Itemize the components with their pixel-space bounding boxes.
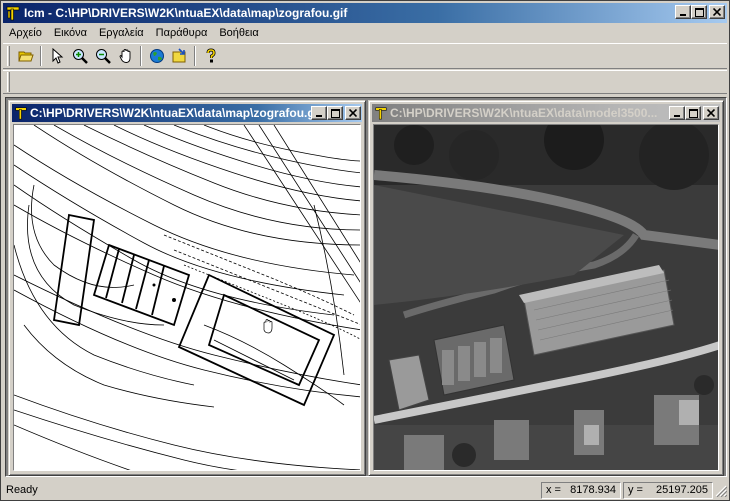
- close-icon: [349, 109, 357, 117]
- import-image-icon: [172, 48, 185, 63]
- size-grip-icon: [715, 485, 728, 498]
- globe-button[interactable]: [145, 45, 168, 67]
- map-window-title-bar[interactable]: C:\HP\DRIVERS\W2K\ntuaEX\data\map\zograf…: [12, 104, 362, 122]
- compass-caliper-icon: [14, 106, 28, 120]
- map-view-canvas[interactable]: [13, 124, 361, 471]
- menu-image[interactable]: Εικόνα: [48, 24, 93, 42]
- open-folder-icon: [17, 51, 34, 62]
- y-coordinate-pane: y = 25197.205: [623, 481, 713, 499]
- line-map-drawing: [14, 125, 360, 470]
- photo-window-title: C:\HP\DRIVERS\W2K\ntuaEX\data\model3500.…: [390, 106, 658, 120]
- minimize-button[interactable]: [675, 5, 691, 19]
- photo-minimize-button[interactable]: [669, 106, 685, 120]
- help-button[interactable]: [199, 45, 222, 67]
- close-button[interactable]: [709, 5, 725, 19]
- zoom-in-button[interactable]: [68, 45, 91, 67]
- map-child-window[interactable]: C:\HP\DRIVERS\W2K\ntuaEX\data\map\zograf…: [8, 100, 366, 476]
- zoom-out-icon: [95, 49, 111, 64]
- menu-bar: Αρχείο Εικόνα Εργαλεία Παράθυρα Βοήθεια: [3, 24, 265, 42]
- minimize-icon: [680, 14, 686, 16]
- map-minimize-button[interactable]: [311, 106, 327, 120]
- minimize-icon: [316, 115, 322, 117]
- window-title: Icm - C:\HP\DRIVERS\W2K\ntuaEX\data\map\…: [24, 6, 348, 20]
- zoom-in-icon: [72, 49, 88, 64]
- main-toolbar: [3, 43, 727, 69]
- photo-child-window[interactable]: C:\HP\DRIVERS\W2K\ntuaEX\data\model3500.…: [368, 100, 724, 476]
- help-question-icon: [206, 48, 216, 63]
- mdi-workspace: C:\HP\DRIVERS\W2K\ntuaEX\data\map\zograf…: [5, 97, 727, 477]
- compass-caliper-icon: [5, 5, 21, 21]
- pan-hand-icon: [119, 49, 130, 63]
- pan-button[interactable]: [114, 45, 137, 67]
- x-value: 8178.934: [570, 484, 616, 496]
- toolbar-separator: [140, 46, 142, 66]
- app-window: Icm - C:\HP\DRIVERS\W2K\ntuaEX\data\map\…: [0, 0, 730, 501]
- menu-file[interactable]: Αρχείο: [3, 24, 48, 42]
- import-button[interactable]: [168, 45, 191, 67]
- menu-help[interactable]: Βοήθεια: [213, 24, 264, 42]
- map-maximize-button[interactable]: [327, 106, 343, 120]
- status-message: Ready: [6, 484, 38, 496]
- select-button[interactable]: [45, 45, 68, 67]
- minimize-icon: [674, 115, 680, 117]
- maximize-button[interactable]: [691, 5, 707, 19]
- toolbar-separator: [194, 46, 196, 66]
- photo-maximize-button[interactable]: [685, 106, 701, 120]
- map-window-title: C:\HP\DRIVERS\W2K\ntuaEX\data\map\zograf…: [30, 106, 311, 120]
- x-coordinate-pane: x = 8178.934: [541, 481, 621, 499]
- maximize-icon: [694, 7, 704, 17]
- compass-caliper-icon: [374, 106, 388, 120]
- pointer-arrow-icon: [52, 48, 63, 64]
- x-label: x =: [546, 484, 561, 496]
- photo-window-title-bar[interactable]: C:\HP\DRIVERS\W2K\ntuaEX\data\model3500.…: [372, 104, 720, 122]
- map-close-button[interactable]: [345, 106, 361, 120]
- photo-close-button[interactable]: [703, 106, 719, 120]
- menu-windows[interactable]: Παράθυρα: [150, 24, 214, 42]
- zoom-out-button[interactable]: [91, 45, 114, 67]
- status-bar: Ready x = 8178.934 y = 25197.205: [3, 480, 728, 500]
- open-button[interactable]: [14, 45, 37, 67]
- aerial-photo: [374, 125, 718, 470]
- menu-tools[interactable]: Εργαλεία: [93, 24, 150, 42]
- close-icon: [713, 8, 721, 16]
- y-label: y =: [628, 484, 643, 496]
- toolbar-separator: [40, 46, 42, 66]
- close-icon: [707, 109, 715, 117]
- resize-grip[interactable]: [713, 483, 728, 498]
- toolbar-grip[interactable]: [7, 46, 10, 66]
- photo-view-canvas[interactable]: [373, 124, 719, 471]
- maximize-icon: [330, 108, 340, 118]
- title-bar[interactable]: Icm - C:\HP\DRIVERS\W2K\ntuaEX\data\map\…: [3, 3, 727, 23]
- globe-icon: [149, 49, 164, 63]
- y-value: 25197.205: [656, 484, 708, 496]
- toolbar-grip[interactable]: [7, 72, 10, 92]
- secondary-toolbar: [3, 70, 727, 94]
- maximize-icon: [688, 108, 698, 118]
